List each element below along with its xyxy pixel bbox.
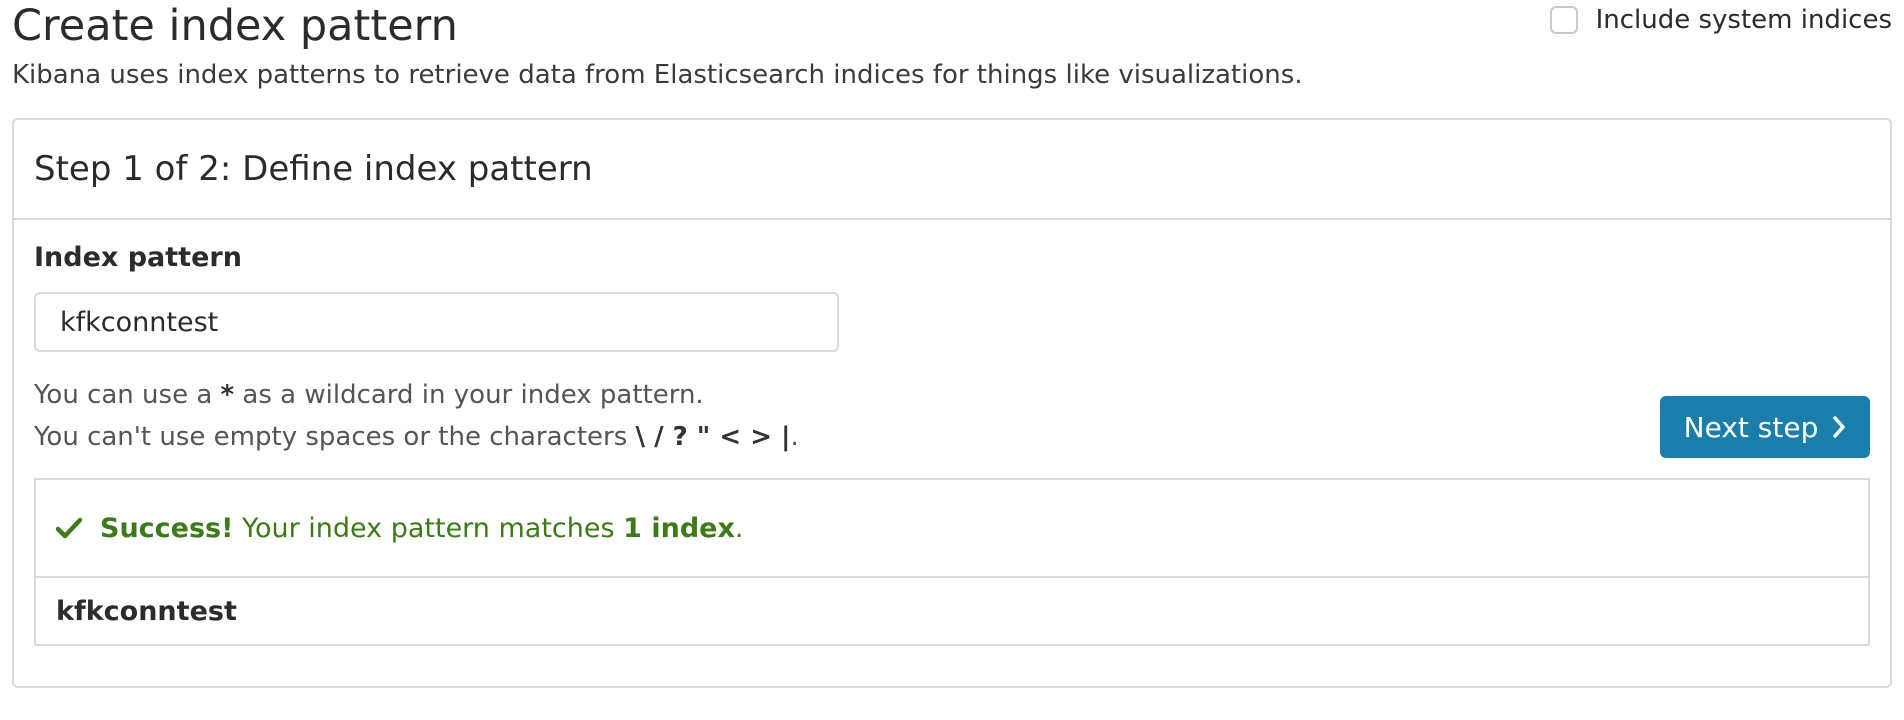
matched-index-row: kfkconntest [36,578,1868,644]
help-line2-suffix: . [790,422,799,452]
include-system-indices-label: Include system indices [1595,5,1892,35]
help-line1-prefix: You can use a [34,380,221,410]
invalid-characters-help-text: You can't use empty spaces or the charac… [34,417,799,457]
success-callout: Success! Your index pattern matches 1 in… [36,480,1868,578]
page-subtitle: Kibana uses index patterns to retrieve d… [12,60,1303,90]
match-count: 1 index [623,512,735,544]
panel-header: Step 1 of 2: Define index pattern [14,120,1890,220]
next-step-label: Next step [1683,410,1819,444]
page-title: Create index pattern [12,1,458,51]
define-index-pattern-panel: Step 1 of 2: Define index pattern Index … [12,118,1892,688]
chevron-right-icon [1833,416,1846,438]
index-pattern-input[interactable] [34,292,839,352]
help-line1-suffix: as a wildcard in your index pattern. [234,380,704,410]
create-index-pattern-page: Create index pattern Kibana uses index p… [0,0,1904,720]
help-line2-prefix: You can't use empty spaces or the charac… [34,422,636,452]
include-system-indices-toggle[interactable]: Include system indices [1549,4,1892,36]
success-end: . [734,512,744,544]
success-message: Your index pattern matches [233,512,624,544]
help-line1-bold: * [220,380,235,410]
check-icon [56,517,82,539]
success-title: Success! [100,512,234,544]
matched-index-name: kfkconntest [56,595,237,627]
help-line2-bold: \ / ? " < > | [635,422,791,452]
index-pattern-label: Index pattern [34,242,242,273]
next-step-button[interactable]: Next step [1660,396,1870,458]
include-system-indices-checkbox[interactable] [1549,6,1578,34]
step-title: Step 1 of 2: Define index pattern [34,149,593,189]
match-results: Success! Your index pattern matches 1 in… [34,478,1870,646]
wildcard-help-text: You can use a * as a wildcard in your in… [34,375,704,415]
